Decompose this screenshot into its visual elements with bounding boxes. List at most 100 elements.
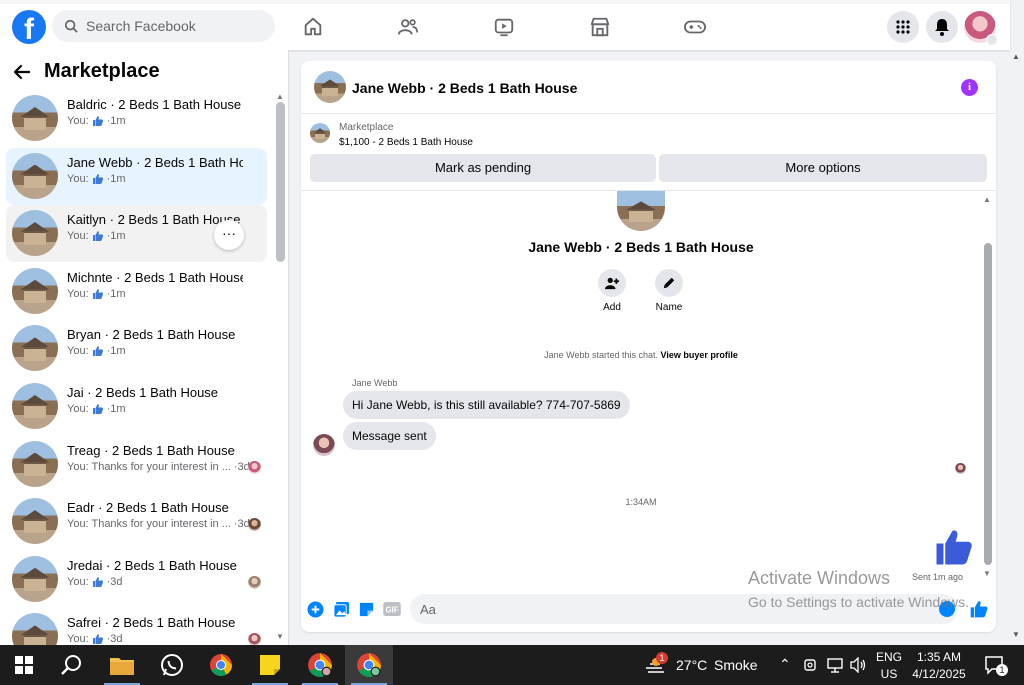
message-bubble[interactable]: Message sent [343,422,436,450]
conversation-item[interactable]: Baldric · 2 Beds 1 Bath House You: · 1m [6,90,267,147]
conversation-thumbnail [12,498,58,545]
chat-listing-avatar[interactable] [314,71,346,103]
file-explorer-icon[interactable] [98,645,146,685]
home-icon[interactable] [300,14,326,40]
conversation-preview: You: · 3d [67,633,123,646]
meet-now-icon[interactable] [800,645,822,685]
friends-icon[interactable] [395,14,421,40]
marketplace-icon[interactable] [587,14,613,40]
chat-scroll-up-icon[interactable]: ▲ [983,195,991,204]
page-scroll-up-icon[interactable]: ▲ [1012,52,1020,61]
sticker-icon[interactable] [357,600,375,618]
conversation-item[interactable]: Eadr · 2 Beds 1 Bath House You: Thanks fo… [6,493,267,550]
gaming-icon[interactable] [682,14,708,40]
more-options-button[interactable]: More options [659,154,987,182]
notifications-icon[interactable] [926,11,958,43]
search-input[interactable] [86,18,256,34]
message-bubble[interactable]: Hi Jane Webb, is this still available? 7… [343,391,630,419]
sidebar-scrollbar[interactable] [276,102,285,262]
conversation-preview: You: Thanks for your interest in ... · 3d [67,460,250,473]
scroll-up-arrow-icon[interactable]: ▲ [276,92,284,101]
preview-prefix: You: [67,287,89,300]
plus-icon[interactable] [306,600,324,618]
more-options-icon[interactable]: ··· [214,220,244,251]
account-chevron-down-icon[interactable] [986,34,998,46]
sticky-notes-icon[interactable] [246,645,294,685]
language-primary[interactable]: ENG [874,650,904,664]
conversation-time: 3d [110,575,123,588]
photo-icon[interactable] [332,600,350,618]
facebook-logo[interactable]: f [12,10,46,44]
conversation-preview: You: · 1m [67,115,126,127]
conversation-item[interactable]: Bryan · 2 Beds 1 Bath House You: · 1m [6,320,267,377]
svg-text:GIF: GIF [385,606,398,615]
chrome-profile-icon[interactable] [296,645,344,685]
preview-prefix: You: Thanks for your interest in ... [67,518,231,531]
whatsapp-icon[interactable] [148,645,196,685]
windows-taskbar: 1 27°C Smoke ⌃ ENG US 1:35 AM 4/12/2025 … [0,645,1024,685]
conversation-name: Jredai · 2 Beds 1 Bath House [67,557,237,573]
activate-windows-subtitle: Go to Settings to activate Windows. [748,594,969,610]
windows-start-icon[interactable] [0,645,48,685]
sender-avatar[interactable] [313,434,335,456]
gif-icon[interactable]: GIF [383,600,401,618]
seen-avatar [248,460,261,474]
conversation-time: 1m [110,345,126,358]
scroll-down-arrow-icon[interactable]: ▼ [276,632,284,641]
show-hidden-icons-chevron-up-icon[interactable]: ⌃ [779,656,791,673]
pencil-icon [663,277,675,289]
network-icon[interactable] [824,645,846,685]
chat-scrollbar[interactable] [984,243,992,565]
conversation-item[interactable]: Michnte · 2 Beds 1 Bath House You: · 1m [6,263,267,320]
conversation-thumbnail [12,383,58,429]
like-icon [92,116,103,126]
page-scroll-down-icon[interactable]: ▼ [1012,630,1020,639]
conversation-item[interactable]: Jai · 2 Beds 1 Bath House You: · 1m [6,378,267,435]
conversation-item[interactable]: Treag · 2 Beds 1 Bath House You: Thanks f… [6,436,267,493]
listing-thumbnail[interactable] [310,123,330,143]
weather-icon[interactable]: 1 [636,645,676,685]
marketplace-sidebar: Marketplace Baldric · 2 Beds 1 Bath Hous… [0,50,289,646]
clock-time[interactable]: 1:35 AM [910,650,968,664]
weather-condition[interactable]: Smoke [714,657,758,673]
volume-icon[interactable] [848,645,870,685]
like-icon [92,634,103,645]
view-buyer-profile-link[interactable]: View buyer profile [661,350,738,360]
clock-date[interactable]: 4/12/2025 [910,667,968,681]
chat-title[interactable]: Jane Webb · 2 Beds 1 Bath House [352,80,577,96]
thumbs-up-icon[interactable] [933,526,975,568]
conversation-name: Jai · 2 Beds 1 Bath House [67,385,219,400]
conversation-item[interactable]: Jane Webb · 2 Beds 1 Bath House You:·1m [6,147,267,205]
preview-prefix: You: [67,575,89,588]
watch-icon[interactable] [491,14,517,40]
notification-count: 1 [996,664,1008,676]
conversation-time: 1m [110,115,126,127]
send-thumbs-up-icon[interactable] [969,599,989,619]
message-thread: Jane Webb · 2 Beds 1 Bath House Add Name… [301,191,996,582]
name-button[interactable] [655,269,683,297]
search-icon[interactable] [48,645,96,685]
weather-badge: 1 [656,652,668,664]
back-arrow-icon[interactable] [12,62,32,82]
chrome-icon[interactable] [197,645,245,685]
add-button[interactable] [598,269,626,297]
info-icon[interactable]: i [961,79,978,96]
conversation-item[interactable]: Kaitlyn · 2 Beds 1 Bath House You: · 1m ··· [6,205,267,263]
listing-price[interactable]: $1,100 - 2 Beds 1 Bath House [339,137,473,148]
chrome-active-window-icon[interactable] [345,645,393,685]
preview-prefix: You: Thanks for your interest in ... [67,460,231,473]
conversation-name: Bryan · 2 Beds 1 Bath House [67,327,236,343]
like-icon [92,346,103,357]
search-box[interactable] [52,10,275,42]
conversation-item[interactable]: Jredai · 2 Beds 1 Bath House You: · 3d [6,551,267,608]
preview-prefix: You: [67,230,89,243]
mark-as-pending-button[interactable]: Mark as pending [310,154,656,182]
chat-header: Jane Webb · 2 Beds 1 Bath House i [301,61,996,114]
listing-profile-avatar[interactable] [617,191,665,231]
conversation-item[interactable]: Safrei · 2 Beds 1 Bath House You: · 3d [6,608,267,646]
chat-scroll-down-icon[interactable]: ▼ [983,569,991,578]
weather-temp[interactable]: 27°C [676,657,707,673]
menu-grid-icon[interactable] [887,11,919,43]
language-region[interactable]: US [874,667,904,681]
notification-center-icon[interactable]: 1 [978,645,1010,685]
